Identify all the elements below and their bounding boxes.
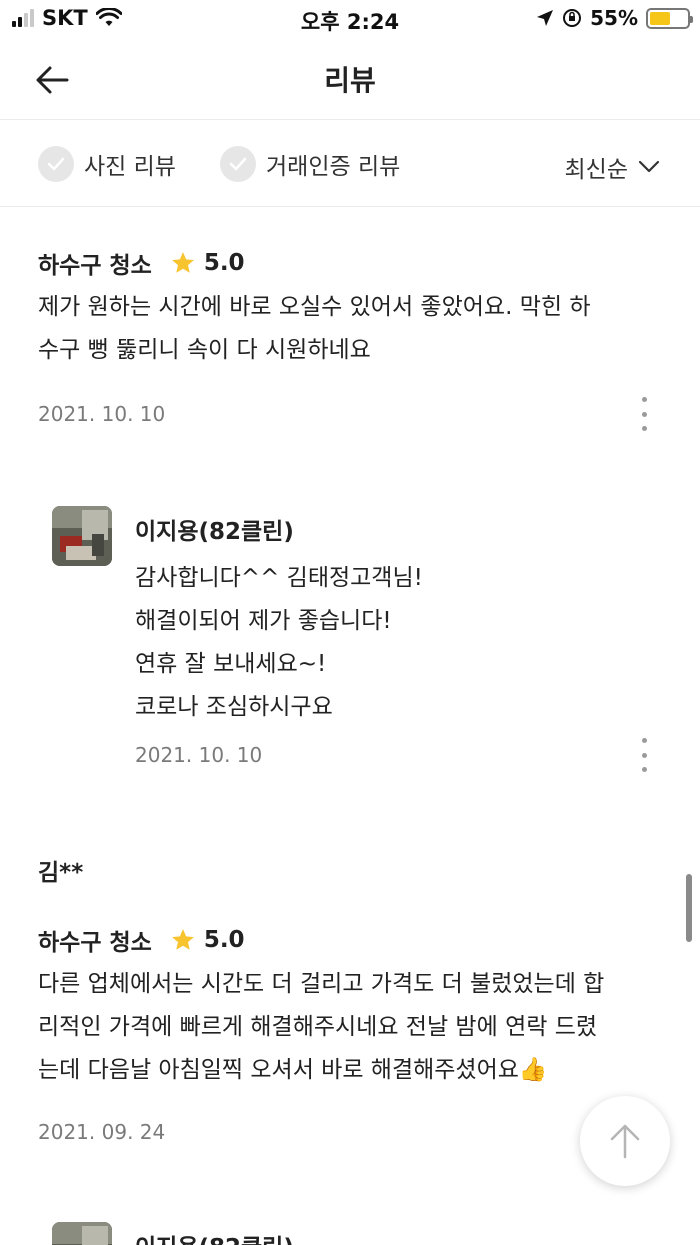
service-name: 하수구 청소 [38,253,152,279]
review-text: 다른 업체에서는 시간도 더 걸리고 가격도 더 불렀었는데 합 리적인 가격에… [38,963,662,1092]
reply-text-line: 해결이되어 제가 좋습니다! [135,608,392,634]
photo-review-filter[interactable]: 사진 리뷰 [38,146,176,182]
status-bar: SKT 오후 2:24 55% [0,0,700,38]
review-text: 제가 원하는 시간에 바로 오실수 있어서 좋았어요. 막힌 하 수구 뻥 뚫리… [38,286,662,372]
review-text-line: 다른 업체에서는 시간도 더 걸리고 가격도 더 불렀었는데 합 [38,971,605,997]
review-date: 2021. 10. 10 [38,402,166,426]
sort-dropdown[interactable]: 최신순 [565,150,660,184]
battery-icon [646,7,693,29]
reply-date: 2021. 10. 10 [135,743,263,767]
check-icon [220,146,256,182]
chevron-down-icon [638,160,660,173]
reply-text: 감사합니다^^ 김태정고객님! 해결이되어 제가 좋습니다! 연휴 잘 보내세요… [135,557,655,729]
review-date: 2021. 09. 24 [38,1120,166,1144]
reply-author-name: 이지용(82클린) [135,1228,294,1245]
review-text-line: 는데 다음날 아침일찍 오셔서 바로 해결해주셨어요👍 [38,1057,548,1083]
arrow-up-icon [610,1124,640,1159]
more-options-icon[interactable] [634,397,654,431]
service-name: 하수구 청소 [38,930,152,956]
review-text-line: 수구 뻥 뚫리니 속이 다 시원하네요 [38,337,371,363]
page-title: 리뷰 [324,64,376,97]
sort-label: 최신순 [564,157,628,183]
battery-percent: 55% [590,6,638,30]
review-header: 하수구 청소 5.0 [38,923,245,957]
verified-review-filter[interactable]: 거래인증 리뷰 [220,146,400,182]
filter-bar: 사진 리뷰 거래인증 리뷰 최신순 [0,121,700,207]
check-icon [38,146,74,182]
rating-value: 5.0 [203,250,245,276]
top-navigation-bar: 리뷰 [0,38,700,120]
reply-text-line: 감사합니다^^ 김태정고객님! [135,565,423,591]
more-options-icon[interactable] [634,738,654,772]
reply-author-name: 이지용(82클린) [135,519,294,545]
scrollbar[interactable] [686,874,692,942]
star-icon [171,929,194,950]
verified-review-label: 거래인증 리뷰 [266,154,401,180]
scroll-to-top-button[interactable] [580,1096,670,1186]
photo-review-label: 사진 리뷰 [84,154,176,180]
status-right: 55% [536,6,693,30]
review-header: 하수구 청소 5.0 [38,246,245,280]
review-text-line: 제가 원하는 시간에 바로 오실수 있어서 좋았어요. 막힌 하 [38,294,591,320]
avatar [52,506,112,566]
avatar [52,1222,112,1245]
reply-text-line: 코로나 조심하시구요 [135,694,333,720]
star-icon [171,252,194,273]
reply-text-line: 연휴 잘 보내세요~! [135,651,327,677]
orientation-lock-icon [563,9,582,27]
location-arrow-icon [537,10,554,26]
rating-value: 5.0 [203,927,245,953]
review-author: 김** [38,860,84,886]
review-text-line: 리적인 가격에 빠르게 해결해주시네요 전날 밤에 연락 드렸 [38,1014,598,1040]
